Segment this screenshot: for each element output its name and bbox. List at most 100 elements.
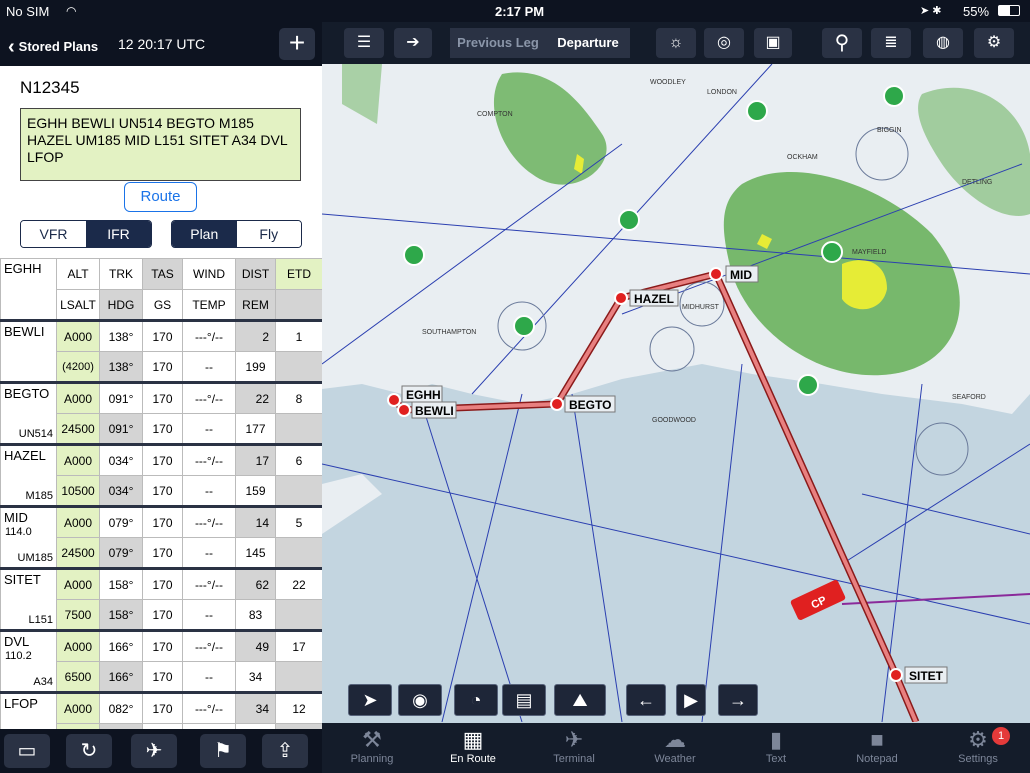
waypoint-cell[interactable]: BEGTO UN514: [0, 381, 57, 445]
waypoint-name: HAZEL: [4, 448, 46, 463]
search-icon[interactable]: ⚲: [822, 28, 862, 58]
status-bar: No SIM ◠ 2:17 PM ➤ ✱ 55%: [0, 0, 1030, 22]
cell-alt[interactable]: A000: [56, 691, 100, 724]
chevron-left-icon: ‹: [8, 36, 15, 58]
plan-option[interactable]: Plan: [172, 221, 237, 247]
cell-temp: --: [182, 475, 236, 507]
lifebuoy-icon[interactable]: ◎: [704, 28, 744, 58]
waypoint-cell[interactable]: DVL 110.2 A34: [0, 629, 57, 693]
waypoint-name: LFOP: [4, 696, 38, 711]
tab-label: En Route: [450, 753, 496, 765]
vfr-option[interactable]: VFR: [21, 221, 86, 247]
ifr-option[interactable]: IFR: [86, 221, 151, 247]
previous-arrow-icon[interactable]: ←: [626, 684, 666, 716]
cell-trk: 138°: [99, 319, 143, 352]
next-arrow-icon[interactable]: →: [718, 684, 758, 716]
route-string[interactable]: EGHH BEWLI UN514 BEGTO M185 HAZEL UM185 …: [20, 108, 301, 181]
previous-leg-button[interactable]: Previous Leg: [450, 28, 546, 58]
tab-label: Settings: [958, 753, 998, 765]
waypoint-eghh[interactable]: [387, 393, 401, 407]
compass-icon[interactable]: ◉: [398, 684, 442, 716]
tab-planning[interactable]: ⚒ Planning: [322, 723, 422, 773]
waypoint-begto[interactable]: [550, 397, 564, 411]
reverse-route-icon[interactable]: ↻: [66, 734, 112, 768]
cell-hdg: 091°: [99, 413, 143, 445]
display-icon[interactable]: ▤: [502, 684, 546, 716]
layers-icon[interactable]: ≣: [871, 28, 911, 58]
lock-icon[interactable]: ▣: [754, 28, 792, 58]
cell-alt[interactable]: A000: [56, 567, 100, 600]
radar-icon[interactable]: ◍: [923, 28, 963, 58]
label-sitet: SITET: [909, 669, 944, 683]
cell-wind: ---°/--: [182, 567, 236, 600]
stored-plans-button[interactable]: ‹ Stored Plans: [8, 34, 98, 58]
place-midhurst: MIDHURST: [682, 304, 720, 311]
map-settings-icon[interactable]: ⚙: [974, 28, 1014, 58]
waypoint-sitet[interactable]: [889, 668, 903, 682]
aircraft-tail[interactable]: N12345: [20, 78, 80, 98]
cell-lsalt[interactable]: 6500: [56, 661, 100, 693]
tab-text[interactable]: ▮ Text: [726, 723, 826, 773]
add-plan-button[interactable]: +: [279, 28, 315, 60]
tab-en-route[interactable]: ▦ En Route: [423, 723, 523, 773]
navlog-header: ‹ Stored Plans 12 20:17 UTC +: [0, 22, 322, 66]
share-icon[interactable]: ⇪: [262, 734, 308, 768]
waypoint-mid[interactable]: [709, 267, 723, 281]
list-icon[interactable]: ☰: [344, 28, 384, 58]
waypoint-bewli[interactable]: [397, 403, 411, 417]
cell-alt[interactable]: A000: [56, 443, 100, 476]
clock: 2:17 PM: [495, 4, 545, 19]
cell-alt[interactable]: A000: [56, 381, 100, 414]
track-up-icon[interactable]: ➤: [348, 684, 392, 716]
cell-hdg: 079°: [99, 537, 143, 569]
direct-to-icon[interactable]: ➔: [394, 28, 432, 58]
cell-hdg: 158°: [99, 599, 143, 631]
text-icon: ▮: [769, 727, 783, 752]
tab-settings[interactable]: ⚙ Settings 1: [928, 723, 1028, 773]
tab-terminal[interactable]: ✈ Terminal: [524, 723, 624, 773]
flag-icon[interactable]: ⚑: [200, 734, 246, 768]
terminal-icon: ✈: [564, 727, 584, 752]
cell-trk: 034°: [99, 443, 143, 476]
folder-icon[interactable]: ▭: [4, 734, 50, 768]
cell-lsalt[interactable]: 24500: [56, 413, 100, 445]
cell-alt[interactable]: A000: [56, 629, 100, 662]
cell-gs: 170: [142, 661, 183, 693]
gauge-icon[interactable]: ◔: [454, 684, 498, 716]
navlog-row: MID 114.0 UM185 A000 079° 170 ---°/-- 14 5: [0, 505, 323, 569]
route-button[interactable]: Route: [124, 182, 197, 212]
cell-alt[interactable]: A000: [56, 319, 100, 352]
cell-rem: 159: [235, 475, 276, 507]
cell-rem: 177: [235, 413, 276, 445]
cell-lsalt[interactable]: 7500: [56, 599, 100, 631]
planning-icon: ⚒: [362, 727, 382, 752]
cell-lsalt[interactable]: 10500: [56, 475, 100, 507]
brightness-icon[interactable]: ☼: [656, 28, 696, 58]
profile-icon[interactable]: ⛰: [554, 684, 606, 716]
waypoint-cell[interactable]: MID 114.0 UM185: [0, 505, 57, 569]
aeronautical-map[interactable]: CP MID HAZEL BEGTO BEWLI EGHH SITET SOUT…: [322, 64, 1030, 722]
tab-notepad[interactable]: ■ Notepad: [827, 723, 927, 773]
aircraft-icon[interactable]: ✈: [131, 734, 177, 768]
waypoint-cell[interactable]: SITET L151: [0, 567, 57, 631]
cell-blank: [275, 661, 323, 693]
navlog-bottom-bar: ▭ ↻ ✈ ⚑ ⇪: [0, 729, 322, 773]
cell-lsalt[interactable]: 24500: [56, 537, 100, 569]
cell-ete: 6: [275, 443, 323, 476]
waypoint-hazel[interactable]: [614, 291, 628, 305]
fly-option[interactable]: Fly: [236, 221, 301, 247]
waypoint-cell[interactable]: HAZEL M185: [0, 443, 57, 507]
cell-lsalt[interactable]: (4200): [56, 351, 100, 383]
header-blank: [275, 289, 323, 321]
waypoint-cell[interactable]: BEWLI: [0, 319, 57, 383]
departure-button[interactable]: Departure: [546, 28, 630, 58]
cell-alt[interactable]: A000: [56, 505, 100, 538]
label-bewli: BEWLI: [415, 404, 454, 418]
origin-cell[interactable]: EGHH: [0, 258, 57, 321]
cell-wind: ---°/--: [182, 443, 236, 476]
tab-weather[interactable]: ☁ Weather: [625, 723, 725, 773]
navlog-row: LFOP A000 082° 170 ---°/-- 34 12: [0, 691, 323, 755]
navlog-row: BEWLI A000 138° 170 ---°/-- 2 1: [0, 319, 323, 383]
cell-dist: 62: [235, 567, 276, 600]
play-icon[interactable]: ▶: [676, 684, 706, 716]
